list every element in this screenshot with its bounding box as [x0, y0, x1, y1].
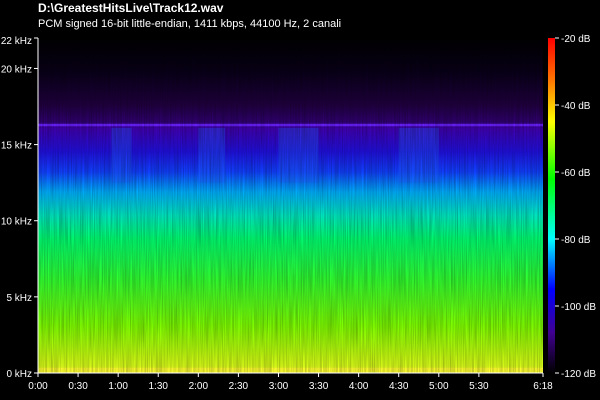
scale-tick-label: -80 dB: [561, 235, 591, 246]
y-tick-label: 0 kHz: [6, 369, 32, 380]
scale-tick-label: -120 dB: [561, 369, 596, 380]
scale-tick-label: -60 dB: [561, 168, 591, 179]
x-tick-label: 2:00: [189, 381, 209, 392]
db-color-scale: -20 dB -40 dB -60 dB -80 dB -100 dB -120 dB: [548, 34, 596, 380]
x-tick-label: 5:00: [429, 381, 449, 392]
x-tick-label: 6:18: [533, 381, 553, 392]
y-tick-label: 15 kHz: [1, 141, 32, 152]
y-tick-label: 10 kHz: [1, 217, 32, 228]
x-tick-label: 5:30: [469, 381, 489, 392]
x-tick-label: 3:30: [309, 381, 329, 392]
y-tick-label: 20 kHz: [1, 64, 32, 75]
time-axis: 0:00 0:30 1:00 1:30 2:00 2:30 3:00 3:30 4:00 4:30…: [28, 372, 553, 392]
spectrogram-plot: [38, 38, 543, 373]
y-tick-label: 22 kHz: [1, 36, 32, 47]
spectrogram-chart: 0 kHz5 kHz10 kHz15 kHz20 kHz22 kHz 0:00 0…: [1, 34, 596, 392]
scale-tick-label: -40 dB: [561, 101, 591, 112]
scale-tick-label: -20 dB: [561, 34, 591, 45]
x-tick-label: 4:30: [389, 381, 409, 392]
x-tick-label: 3:00: [269, 381, 289, 392]
y-tick-label: 5 kHz: [6, 293, 32, 304]
x-tick-label: 1:30: [149, 381, 169, 392]
scale-tick-label: -100 dB: [561, 302, 596, 313]
x-tick-label: 0:30: [68, 381, 88, 392]
x-tick-label: 1:00: [108, 381, 128, 392]
color-scale-bar: [548, 38, 555, 373]
x-tick-label: 2:30: [229, 381, 249, 392]
spectrogram-texture: [38, 38, 543, 373]
x-tick-label: 4:00: [349, 381, 369, 392]
x-tick-label: 0:00: [28, 381, 48, 392]
frequency-axis: 0 kHz 5 kHz 10 kHz 15 kHz 20 kHz 22 kHz: [1, 36, 39, 380]
